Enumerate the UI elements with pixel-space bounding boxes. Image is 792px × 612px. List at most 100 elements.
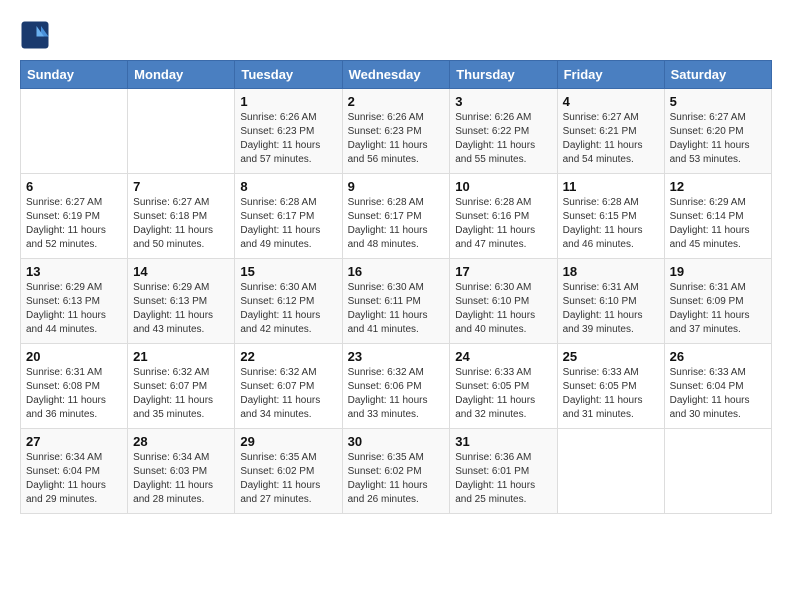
day-info: Sunrise: 6:34 AM Sunset: 6:04 PM Dayligh… bbox=[26, 451, 122, 507]
day-info: Sunrise: 6:32 AM Sunset: 6:07 PM Dayligh… bbox=[133, 366, 229, 422]
calendar-cell: 23 Sunrise: 6:32 AM Sunset: 6:06 PM Dayli… bbox=[342, 344, 450, 429]
day-number: 4 bbox=[563, 94, 659, 109]
page-header bbox=[20, 20, 772, 50]
calendar-cell: 8 Sunrise: 6:28 AM Sunset: 6:17 PM Daylig… bbox=[235, 174, 342, 259]
day-info: Sunrise: 6:28 AM Sunset: 6:17 PM Dayligh… bbox=[348, 196, 445, 252]
day-number: 23 bbox=[348, 349, 445, 364]
day-number: 17 bbox=[455, 264, 551, 279]
calendar-cell: 9Sunrise: 6:28 AM Sunset: 6:17 PM Daylig… bbox=[342, 174, 450, 259]
day-info: Sunrise: 6:35 AM Sunset: 6:02 PM Dayligh… bbox=[348, 451, 445, 507]
day-number: 27 bbox=[26, 434, 122, 449]
weekday-header: Friday bbox=[557, 61, 664, 89]
calendar-cell: 27 Sunrise: 6:34 AM Sunset: 6:04 PM Dayli… bbox=[21, 429, 128, 514]
calendar-cell bbox=[21, 89, 128, 174]
day-info: Sunrise: 6:26 AM Sunset: 6:23 PM Dayligh… bbox=[348, 111, 445, 167]
calendar-cell: 22 Sunrise: 6:32 AM Sunset: 6:07 PM Dayli… bbox=[235, 344, 342, 429]
calendar-week-row: 1 Sunrise: 6:26 AM Sunset: 6:23 PM Daylig… bbox=[21, 89, 772, 174]
calendar-cell: 16 Sunrise: 6:30 AM Sunset: 6:11 PM Dayli… bbox=[342, 259, 450, 344]
calendar-cell: 18 Sunrise: 6:31 AM Sunset: 6:10 PM Dayli… bbox=[557, 259, 664, 344]
day-info: Sunrise: 6:27 AM Sunset: 6:20 PM Dayligh… bbox=[670, 111, 766, 167]
day-info: Sunrise: 6:34 AM Sunset: 6:03 PM Dayligh… bbox=[133, 451, 229, 507]
day-number: 8 bbox=[240, 179, 336, 194]
day-info: Sunrise: 6:29 AM Sunset: 6:14 PM Dayligh… bbox=[670, 196, 766, 252]
calendar-cell: 31Sunrise: 6:36 AM Sunset: 6:01 PM Dayli… bbox=[450, 429, 557, 514]
day-number: 2 bbox=[348, 94, 445, 109]
day-number: 14 bbox=[133, 264, 229, 279]
day-info: Sunrise: 6:31 AM Sunset: 6:10 PM Dayligh… bbox=[563, 281, 659, 337]
day-number: 7 bbox=[133, 179, 229, 194]
calendar-cell: 24Sunrise: 6:33 AM Sunset: 6:05 PM Dayli… bbox=[450, 344, 557, 429]
day-number: 21 bbox=[133, 349, 229, 364]
calendar-cell: 20Sunrise: 6:31 AM Sunset: 6:08 PM Dayli… bbox=[21, 344, 128, 429]
weekday-header: Saturday bbox=[664, 61, 771, 89]
calendar-cell: 19 Sunrise: 6:31 AM Sunset: 6:09 PM Dayli… bbox=[664, 259, 771, 344]
day-number: 25 bbox=[563, 349, 659, 364]
calendar-week-row: 20Sunrise: 6:31 AM Sunset: 6:08 PM Dayli… bbox=[21, 344, 772, 429]
calendar-cell: 17 Sunrise: 6:30 AM Sunset: 6:10 PM Dayli… bbox=[450, 259, 557, 344]
day-number: 29 bbox=[240, 434, 336, 449]
calendar-cell bbox=[128, 89, 235, 174]
calendar-cell: 11 Sunrise: 6:28 AM Sunset: 6:15 PM Dayli… bbox=[557, 174, 664, 259]
calendar-week-row: 6 Sunrise: 6:27 AM Sunset: 6:19 PM Daylig… bbox=[21, 174, 772, 259]
calendar-cell: 25 Sunrise: 6:33 AM Sunset: 6:05 PM Dayli… bbox=[557, 344, 664, 429]
calendar-cell: 29 Sunrise: 6:35 AM Sunset: 6:02 PM Dayli… bbox=[235, 429, 342, 514]
calendar-cell: 3 Sunrise: 6:26 AM Sunset: 6:22 PM Daylig… bbox=[450, 89, 557, 174]
day-number: 11 bbox=[563, 179, 659, 194]
day-number: 28 bbox=[133, 434, 229, 449]
calendar-table: SundayMondayTuesdayWednesdayThursdayFrid… bbox=[20, 60, 772, 514]
calendar-week-row: 27 Sunrise: 6:34 AM Sunset: 6:04 PM Dayli… bbox=[21, 429, 772, 514]
logo bbox=[20, 20, 54, 50]
calendar-cell: 14Sunrise: 6:29 AM Sunset: 6:13 PM Dayli… bbox=[128, 259, 235, 344]
day-info: Sunrise: 6:28 AM Sunset: 6:17 PM Dayligh… bbox=[240, 196, 336, 252]
calendar-cell: 12 Sunrise: 6:29 AM Sunset: 6:14 PM Dayli… bbox=[664, 174, 771, 259]
logo-icon bbox=[20, 20, 50, 50]
day-info: Sunrise: 6:27 AM Sunset: 6:19 PM Dayligh… bbox=[26, 196, 122, 252]
weekday-header: Tuesday bbox=[235, 61, 342, 89]
calendar-cell: 26 Sunrise: 6:33 AM Sunset: 6:04 PM Dayli… bbox=[664, 344, 771, 429]
weekday-header-row: SundayMondayTuesdayWednesdayThursdayFrid… bbox=[21, 61, 772, 89]
day-info: Sunrise: 6:28 AM Sunset: 6:15 PM Dayligh… bbox=[563, 196, 659, 252]
day-number: 22 bbox=[240, 349, 336, 364]
day-number: 26 bbox=[670, 349, 766, 364]
day-number: 16 bbox=[348, 264, 445, 279]
calendar-cell: 10Sunrise: 6:28 AM Sunset: 6:16 PM Dayli… bbox=[450, 174, 557, 259]
day-info: Sunrise: 6:30 AM Sunset: 6:11 PM Dayligh… bbox=[348, 281, 445, 337]
calendar-cell bbox=[557, 429, 664, 514]
day-info: Sunrise: 6:36 AM Sunset: 6:01 PM Dayligh… bbox=[455, 451, 551, 507]
day-info: Sunrise: 6:31 AM Sunset: 6:09 PM Dayligh… bbox=[670, 281, 766, 337]
weekday-header: Monday bbox=[128, 61, 235, 89]
day-info: Sunrise: 6:35 AM Sunset: 6:02 PM Dayligh… bbox=[240, 451, 336, 507]
calendar-cell: 5 Sunrise: 6:27 AM Sunset: 6:20 PM Daylig… bbox=[664, 89, 771, 174]
day-info: Sunrise: 6:32 AM Sunset: 6:07 PM Dayligh… bbox=[240, 366, 336, 422]
day-number: 24 bbox=[455, 349, 551, 364]
day-info: Sunrise: 6:30 AM Sunset: 6:10 PM Dayligh… bbox=[455, 281, 551, 337]
day-number: 13 bbox=[26, 264, 122, 279]
day-info: Sunrise: 6:27 AM Sunset: 6:18 PM Dayligh… bbox=[133, 196, 229, 252]
calendar-cell: 28 Sunrise: 6:34 AM Sunset: 6:03 PM Dayli… bbox=[128, 429, 235, 514]
day-info: Sunrise: 6:33 AM Sunset: 6:05 PM Dayligh… bbox=[563, 366, 659, 422]
day-number: 12 bbox=[670, 179, 766, 194]
day-info: Sunrise: 6:33 AM Sunset: 6:04 PM Dayligh… bbox=[670, 366, 766, 422]
day-number: 1 bbox=[240, 94, 336, 109]
day-number: 20 bbox=[26, 349, 122, 364]
day-number: 18 bbox=[563, 264, 659, 279]
calendar-cell: 13 Sunrise: 6:29 AM Sunset: 6:13 PM Dayli… bbox=[21, 259, 128, 344]
calendar-week-row: 13 Sunrise: 6:29 AM Sunset: 6:13 PM Dayli… bbox=[21, 259, 772, 344]
calendar-cell: 4 Sunrise: 6:27 AM Sunset: 6:21 PM Daylig… bbox=[557, 89, 664, 174]
day-info: Sunrise: 6:26 AM Sunset: 6:22 PM Dayligh… bbox=[455, 111, 551, 167]
day-info: Sunrise: 6:32 AM Sunset: 6:06 PM Dayligh… bbox=[348, 366, 445, 422]
day-number: 5 bbox=[670, 94, 766, 109]
day-number: 19 bbox=[670, 264, 766, 279]
day-number: 30 bbox=[348, 434, 445, 449]
calendar-cell: 1 Sunrise: 6:26 AM Sunset: 6:23 PM Daylig… bbox=[235, 89, 342, 174]
day-info: Sunrise: 6:29 AM Sunset: 6:13 PM Dayligh… bbox=[26, 281, 122, 337]
calendar-cell: 15Sunrise: 6:30 AM Sunset: 6:12 PM Dayli… bbox=[235, 259, 342, 344]
day-number: 3 bbox=[455, 94, 551, 109]
calendar-cell: 6 Sunrise: 6:27 AM Sunset: 6:19 PM Daylig… bbox=[21, 174, 128, 259]
day-info: Sunrise: 6:26 AM Sunset: 6:23 PM Dayligh… bbox=[240, 111, 336, 167]
calendar-cell bbox=[664, 429, 771, 514]
calendar-cell: 2 Sunrise: 6:26 AM Sunset: 6:23 PM Daylig… bbox=[342, 89, 450, 174]
day-info: Sunrise: 6:27 AM Sunset: 6:21 PM Dayligh… bbox=[563, 111, 659, 167]
day-number: 6 bbox=[26, 179, 122, 194]
weekday-header: Sunday bbox=[21, 61, 128, 89]
